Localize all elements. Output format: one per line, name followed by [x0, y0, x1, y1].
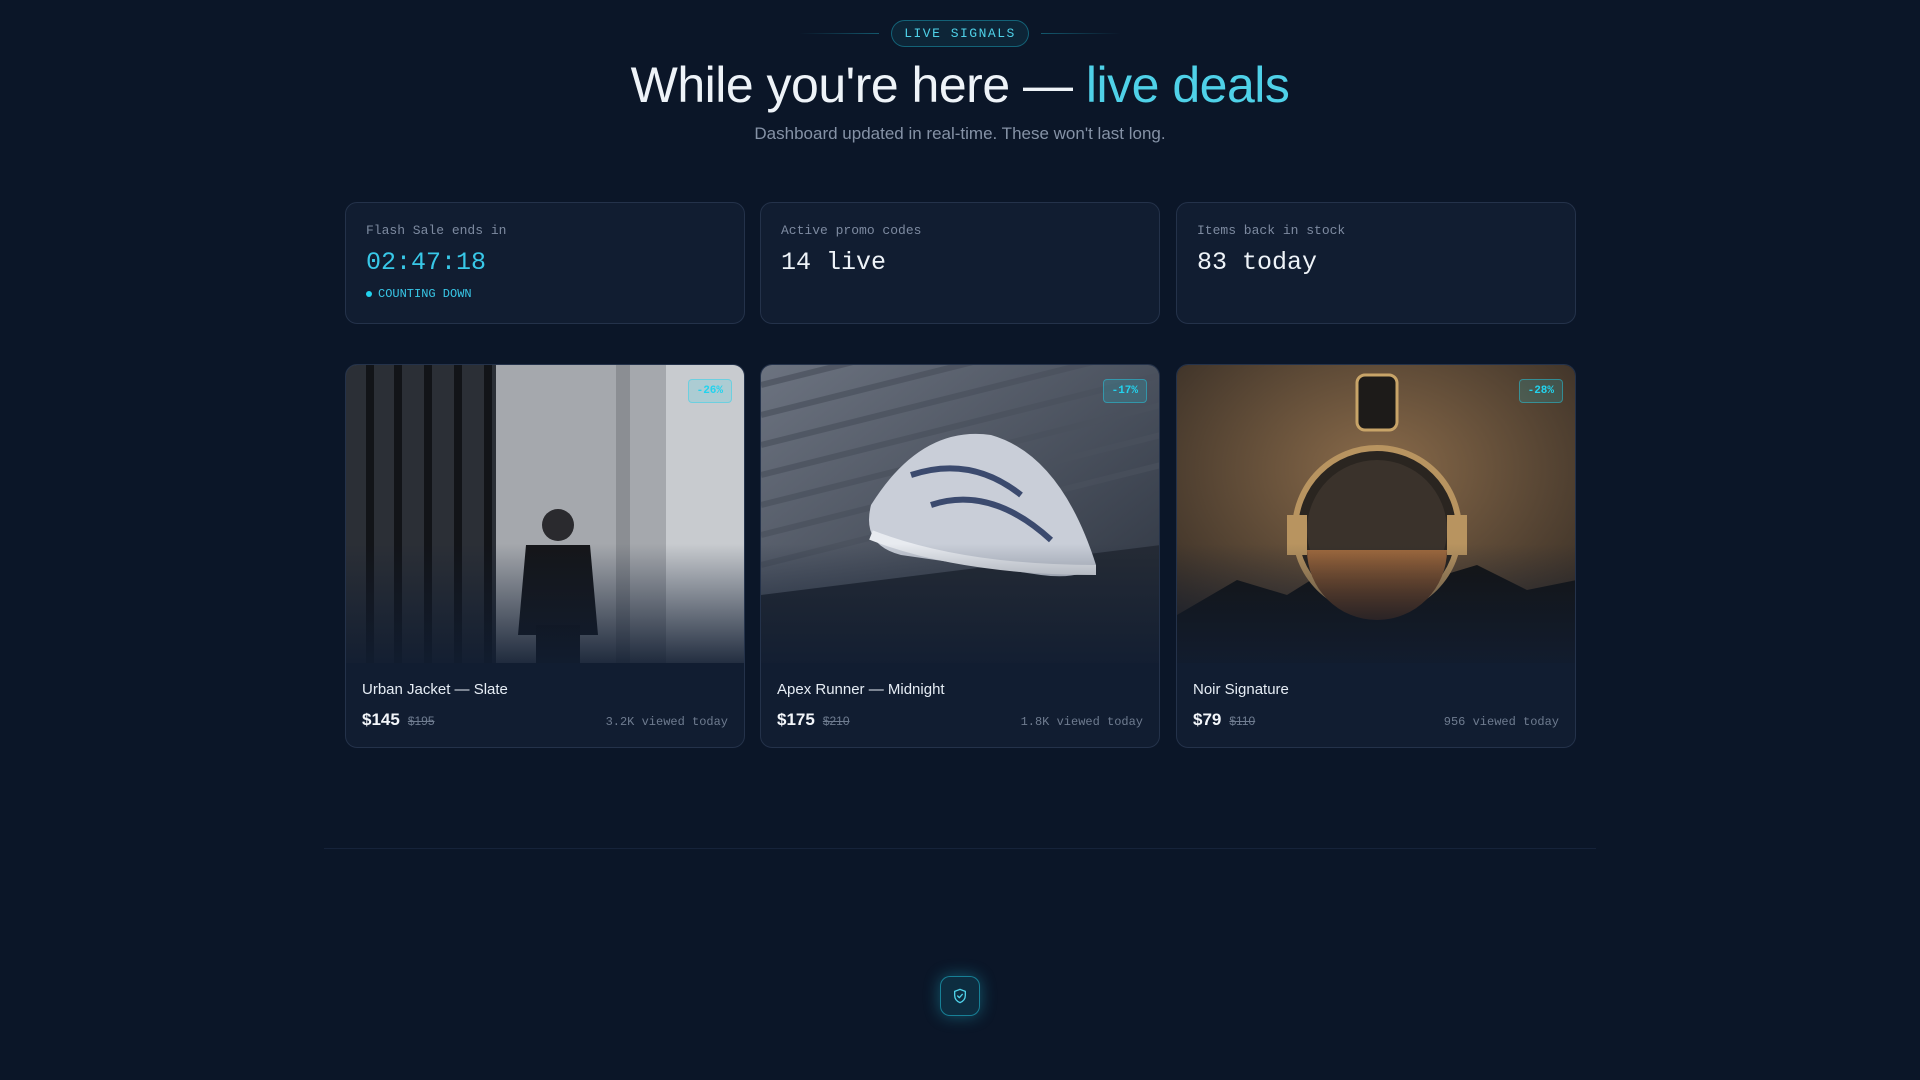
stat-card-back-in-stock: Items back in stock 83 today [1176, 202, 1576, 324]
countdown-status: COUNTING DOWN [366, 287, 724, 301]
stat-card-promo-codes: Active promo codes 14 live [760, 202, 1160, 324]
eyebrow-line-right [1040, 33, 1121, 34]
shield-check-icon [954, 988, 966, 1004]
countdown-status-label: COUNTING DOWN [378, 287, 472, 301]
product-title[interactable]: Urban Jacket — Slate [362, 681, 728, 698]
product-price: $145 [362, 710, 400, 729]
page-subtitle: Dashboard updated in real-time. These wo… [754, 124, 1166, 143]
discount-badge: -26% [687, 379, 732, 403]
product-image[interactable]: -17% [761, 365, 1159, 663]
live-dot-icon [366, 291, 372, 297]
security-badge-button[interactable] [940, 976, 980, 1016]
eyebrow-row: LIVE SIGNALS [0, 20, 1920, 47]
stat-label: Active promo codes [781, 223, 922, 238]
original-price: $110 [1229, 714, 1256, 728]
headline-main: While you're here — [630, 57, 1086, 113]
product-price: $175 [777, 710, 815, 729]
stat-value: 83 today [1197, 248, 1318, 277]
view-count: 956 viewed today [1443, 715, 1559, 729]
perfume-bottle-photo [1177, 365, 1575, 663]
view-count: 3.2K viewed today [605, 715, 728, 729]
product-card[interactable]: -17% Apex Runner — Midnight $175 $210 1.… [760, 364, 1160, 748]
discount-badge: -17% [1102, 379, 1147, 403]
product-card[interactable]: -26% Urban Jacket — Slate $145 $195 3.2K… [345, 364, 745, 748]
stat-value: 14 live [781, 248, 887, 277]
stat-label: Items back in stock [1197, 223, 1346, 238]
product-title[interactable]: Apex Runner — Midnight [777, 681, 1143, 698]
product-image[interactable]: -28% [1177, 365, 1575, 663]
original-price: $210 [822, 714, 850, 728]
page-title: While you're here — live deals [0, 56, 1920, 114]
product-image[interactable]: -26% [346, 365, 744, 663]
product-title[interactable]: Noir Signature [1193, 681, 1559, 698]
man-in-jacket-photo [346, 365, 744, 663]
headline-accent: live deals [1085, 57, 1290, 113]
original-price: $195 [407, 714, 435, 728]
sneaker-photo [761, 365, 1159, 663]
stat-card-flash-sale: Flash Sale ends in 02:47:18 COUNTING DOW… [345, 202, 745, 324]
product-card[interactable]: -28% Noir Signature $79 $110 956 viewed … [1176, 364, 1576, 748]
view-count: 1.8K viewed today [1020, 715, 1143, 729]
countdown-timer: 02:47:18 [366, 248, 487, 277]
live-signals-badge: LIVE SIGNALS [891, 20, 1029, 47]
discount-badge: -28% [1518, 379, 1563, 403]
product-price: $79 [1193, 710, 1222, 729]
footer-divider [324, 848, 1596, 849]
stat-label: Flash Sale ends in [366, 223, 507, 238]
eyebrow-line-left [799, 33, 880, 34]
